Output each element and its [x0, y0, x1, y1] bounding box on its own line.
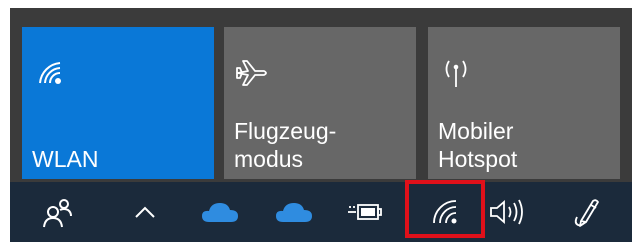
tile-label: Flugzeug- modus — [234, 118, 337, 172]
onedrive-cloud-icon[interactable] — [200, 192, 240, 232]
battery-charging-icon[interactable] — [345, 192, 385, 232]
mobile-hotspot-icon — [438, 55, 474, 91]
taskbar — [10, 180, 632, 242]
wlan-tile[interactable]: WLAN — [22, 27, 214, 179]
airplane-mode-tile[interactable]: Flugzeug- modus — [224, 27, 416, 179]
wifi-highlight-box — [405, 180, 485, 238]
quick-actions-area: WLAN Flugzeug- modus Mobiler Hotspot — [10, 8, 632, 182]
people-icon[interactable] — [38, 192, 78, 232]
onedrive-cloud-icon[interactable] — [274, 192, 314, 232]
tile-label: WLAN — [32, 146, 99, 172]
airplane-icon — [234, 55, 270, 91]
volume-icon[interactable] — [488, 192, 528, 232]
mobile-hotspot-tile[interactable]: Mobiler Hotspot — [428, 27, 620, 179]
tile-label: Mobiler Hotspot — [438, 118, 518, 172]
wifi-icon — [32, 55, 68, 91]
pen-icon[interactable] — [568, 192, 608, 232]
action-center-panel: WLAN Flugzeug- modus Mobiler Hotspot — [10, 8, 632, 242]
chevron-up-icon[interactable] — [125, 192, 165, 232]
